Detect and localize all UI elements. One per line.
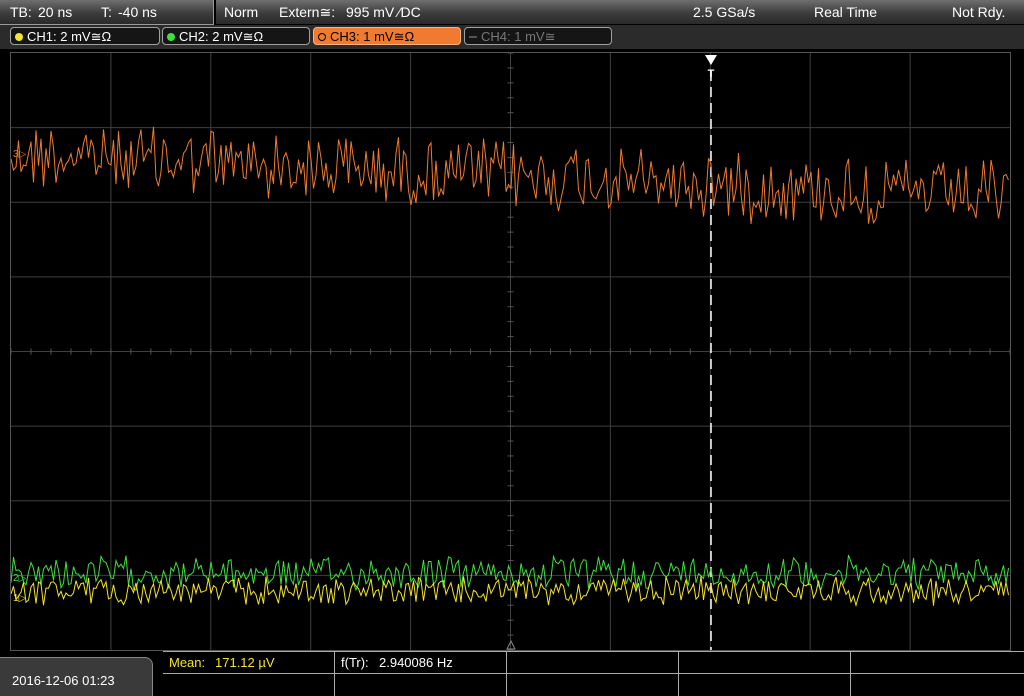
trigger-arrow-icon[interactable] [705, 55, 717, 65]
ch2-offset-marker[interactable]: 2▷ [13, 573, 27, 584]
trigger-offset-value: -40 ns [118, 4, 157, 20]
measurement-panel[interactable]: Mean: 171.12 µV f(Tr): 2.940086 Hz [163, 651, 1024, 696]
acquisition-status-bar[interactable]: Norm Extern≅: 995 mV ⁄DC 2.5 GSa/s Real … [216, 0, 1024, 24]
ch3-dot-icon [318, 33, 326, 41]
timebase-label: TB: [10, 4, 32, 20]
channel-3-label: CH3: 1 mV≅Ω [330, 29, 415, 44]
mean-value: 171.12 µV [215, 655, 275, 670]
ch2-dot-icon [167, 33, 175, 41]
trigger-source-label: Extern≅: [279, 4, 336, 20]
channel-4-chip[interactable]: CH4: 1 mV≅ [464, 27, 612, 45]
graticule-grid [11, 53, 1010, 650]
ch1-dot-icon [15, 33, 23, 41]
channel-3-chip[interactable]: CH3: 1 mV≅Ω [313, 27, 461, 45]
waveform-display[interactable]: T 3▷ 2▷ 1▷ [10, 52, 1011, 651]
timebase-box[interactable]: TB: 20 ns T: -40 ns [0, 0, 214, 25]
trigger-level: 995 mV ⁄DC [346, 4, 421, 20]
ch3-waveform [11, 126, 1009, 225]
mean-label: Mean: [169, 655, 206, 670]
sample-rate: 2.5 GSa/s [693, 4, 756, 20]
channel-2-chip[interactable]: CH2: 2 mV≅Ω [162, 27, 310, 45]
trigger-marker: T [708, 68, 715, 80]
measurement-cell-7[interactable] [335, 674, 507, 696]
channel-2-label: CH2: 2 mV≅Ω [179, 29, 264, 44]
frequency-cell[interactable]: f(Tr): 2.940086 Hz [335, 652, 507, 674]
channel-bar: CH1: 2 mV≅Ω CH2: 2 mV≅Ω CH3: 1 mV≅Ω CH4:… [0, 25, 1024, 49]
waveform-svg: T 3▷ 2▷ 1▷ [11, 53, 1010, 650]
frequency-value: 2.940086 Hz [379, 655, 453, 670]
channel-1-chip[interactable]: CH1: 2 mV≅Ω [10, 27, 160, 45]
trigger-status: Not Rdy. [952, 4, 1006, 20]
acquisition-mode: Real Time [814, 4, 878, 20]
measurement-cell-8[interactable] [507, 674, 679, 696]
trigger-offset-label: T: [101, 4, 112, 20]
measurement-cell-4[interactable] [679, 652, 851, 674]
ch3-offset-marker[interactable]: 3▷ [13, 149, 27, 160]
measurement-cell-5[interactable] [851, 652, 1024, 674]
datetime: 2016-12-06 01:23 [12, 673, 115, 688]
channel-1-label: CH1: 2 mV≅Ω [27, 29, 112, 44]
measurement-cell-3[interactable] [507, 652, 679, 674]
frequency-label: f(Tr): [341, 655, 369, 670]
measurement-cell-6[interactable] [163, 674, 335, 696]
measurement-cell-10[interactable] [851, 674, 1024, 696]
ch1-offset-marker[interactable]: 1▷ [13, 593, 27, 604]
mean-cell[interactable]: Mean: 171.12 µV [163, 652, 335, 674]
timebase-value: 20 ns [38, 4, 73, 20]
trigger-mode: Norm [224, 4, 259, 20]
measurement-cell-9[interactable] [679, 674, 851, 696]
channel-4-label: CH4: 1 mV≅ [481, 29, 556, 44]
datetime-box: 2016-12-06 01:23 [0, 657, 153, 696]
ch4-dot-icon [469, 36, 477, 38]
